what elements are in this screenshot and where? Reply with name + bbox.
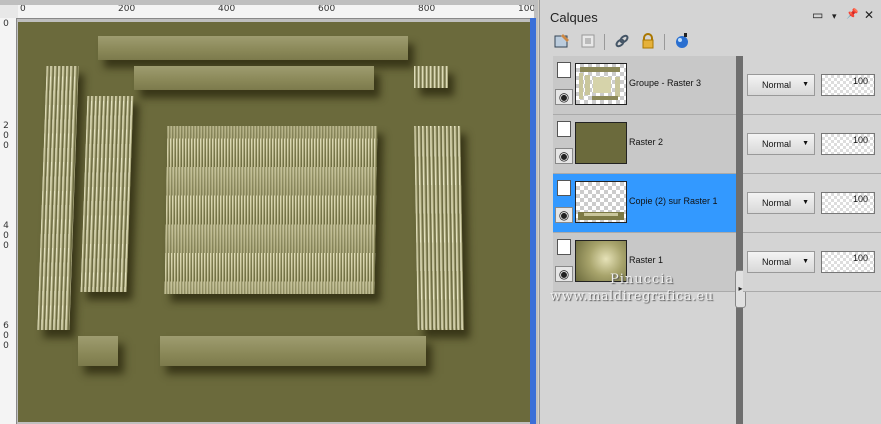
layers-toolbar bbox=[548, 30, 878, 56]
blend-row: Normal ▼ 100 bbox=[743, 174, 881, 233]
restore-icon[interactable]: ▭ bbox=[812, 8, 823, 22]
ruler-left-label: 0 bbox=[3, 241, 9, 251]
ruler-left-label: 0 bbox=[3, 141, 9, 151]
layer-type-icon bbox=[557, 62, 571, 78]
blend-mode-select[interactable]: Normal ▼ bbox=[747, 251, 815, 273]
chevron-down-icon: ▼ bbox=[802, 199, 809, 206]
canvas-pane: 0 200 400 600 800 100 0 2 0 0 4 0 0 6 0 … bbox=[0, 0, 538, 424]
eye-icon[interactable]: ◉ bbox=[555, 207, 573, 223]
blend-row: Normal ▼ 100 bbox=[743, 115, 881, 174]
layer-type-icon bbox=[557, 180, 571, 196]
ruler-top-label: 400 bbox=[218, 5, 236, 14]
link-icon[interactable] bbox=[612, 32, 632, 52]
chevron-down-icon: ▼ bbox=[802, 81, 809, 88]
ruler-corner bbox=[0, 5, 19, 19]
opacity-value: 100 bbox=[852, 76, 868, 86]
layer-row-raster-2[interactable]: ◉ Raster 2 bbox=[553, 115, 736, 174]
eye-icon[interactable]: ◉ bbox=[555, 148, 573, 164]
layer-thumbnail bbox=[575, 122, 627, 164]
layer-name: Raster 1 bbox=[629, 255, 664, 265]
ruler-top-label: 0 bbox=[20, 5, 26, 14]
panel-splitter[interactable] bbox=[736, 56, 743, 424]
ruler-left-label: 4 bbox=[3, 221, 9, 231]
raster-layer-icon[interactable] bbox=[578, 32, 598, 52]
close-icon[interactable]: ✕ bbox=[864, 8, 874, 22]
pin-icon[interactable]: 📌 bbox=[846, 9, 858, 20]
opacity-value: 100 bbox=[852, 194, 868, 204]
opacity-field[interactable]: 100 bbox=[821, 133, 875, 155]
blend-list: Normal ▼ 100 Normal ▼ 100 Normal ▼ 100 Norm… bbox=[743, 56, 881, 293]
art-left-stripes-outer bbox=[37, 66, 79, 330]
eye-icon[interactable]: ◉ bbox=[555, 266, 573, 282]
blend-mode-value: Normal bbox=[762, 257, 792, 267]
ruler-left-label: 0 bbox=[3, 341, 9, 351]
watermark-url: www.maldiregrafica.eu bbox=[550, 289, 714, 304]
ruler-left-label: 2 bbox=[3, 121, 9, 131]
layer-thumbnail bbox=[575, 63, 627, 105]
blend-mode-select[interactable]: Normal ▼ bbox=[747, 192, 815, 214]
canvas-scrollbar[interactable] bbox=[530, 18, 536, 424]
ruler-top-label: 800 bbox=[418, 5, 436, 14]
opacity-value: 100 bbox=[852, 253, 868, 263]
layer-row-copie-2-sur-raster-1[interactable]: ◉ Copie (2) sur Raster 1 bbox=[553, 174, 736, 233]
opacity-value: 100 bbox=[852, 135, 868, 145]
ruler-left-label: 0 bbox=[3, 131, 9, 141]
blend-mode-value: Normal bbox=[762, 80, 792, 90]
layer-thumbnail bbox=[575, 181, 627, 223]
art-left-stripes-inner bbox=[80, 96, 134, 292]
chevron-down-icon: ▼ bbox=[802, 140, 809, 147]
blend-mode-select[interactable]: Normal ▼ bbox=[747, 133, 815, 155]
chevron-down-icon: ▼ bbox=[802, 258, 809, 265]
opacity-field[interactable]: 100 bbox=[821, 192, 875, 214]
ruler-left: 0 2 0 0 4 0 0 6 0 0 bbox=[0, 18, 17, 424]
blend-mode-value: Normal bbox=[762, 139, 792, 149]
toolbar-separator bbox=[604, 34, 605, 50]
blend-mode-select[interactable]: Normal ▼ bbox=[747, 74, 815, 96]
new-layer-icon[interactable] bbox=[552, 32, 572, 52]
blend-row: Normal ▼ 100 bbox=[743, 233, 881, 292]
art-bottom-left-block bbox=[78, 336, 118, 366]
art-right-stripes bbox=[414, 126, 464, 330]
layer-name: Groupe - Raster 3 bbox=[629, 78, 702, 88]
artboard[interactable] bbox=[18, 22, 530, 422]
art-bottom-bar bbox=[160, 336, 426, 366]
properties-icon[interactable] bbox=[672, 32, 692, 52]
opacity-field[interactable]: 100 bbox=[821, 74, 875, 96]
layer-type-icon bbox=[557, 239, 571, 255]
ruler-top-label: 600 bbox=[318, 5, 336, 14]
layer-name: Raster 2 bbox=[629, 137, 664, 147]
ruler-top-label: 100 bbox=[518, 5, 534, 14]
menu-chevron-icon[interactable]: ▾ bbox=[832, 11, 837, 22]
opacity-field[interactable]: 100 bbox=[821, 251, 875, 273]
blend-mode-value: Normal bbox=[762, 198, 792, 208]
ruler-top-label: 200 bbox=[118, 5, 136, 14]
layer-name: Copie (2) sur Raster 1 bbox=[629, 196, 718, 206]
ruler-left-label: 0 bbox=[3, 331, 9, 341]
blend-row: Normal ▼ 100 bbox=[743, 56, 881, 115]
art-second-bar bbox=[134, 66, 374, 90]
watermark-name: Pinuccia bbox=[610, 272, 675, 287]
ruler-left-label: 0 bbox=[3, 19, 9, 29]
art-top-bar bbox=[98, 36, 408, 60]
layers-panel: Calques ▭ ▾ 📌 ✕ ◉ Groupe - Raster 3 ◉ Ra… bbox=[539, 0, 881, 424]
layer-type-icon bbox=[557, 121, 571, 137]
art-center-stripes bbox=[164, 126, 378, 294]
ruler-left-label: 6 bbox=[3, 321, 9, 331]
art-top-right-stripes bbox=[414, 66, 448, 88]
ruler-top: 0 200 400 600 800 100 bbox=[18, 5, 534, 19]
ruler-left-label: 0 bbox=[3, 231, 9, 241]
layer-row-groupe-raster-3[interactable]: ◉ Groupe - Raster 3 bbox=[553, 56, 736, 115]
eye-icon[interactable]: ◉ bbox=[555, 89, 573, 105]
toolbar-separator bbox=[664, 34, 665, 50]
layer-list: ◉ Groupe - Raster 3 ◉ Raster 2 ◉ Copie (… bbox=[553, 56, 736, 293]
lock-icon[interactable] bbox=[638, 32, 658, 52]
panel-title: Calques bbox=[550, 10, 598, 25]
